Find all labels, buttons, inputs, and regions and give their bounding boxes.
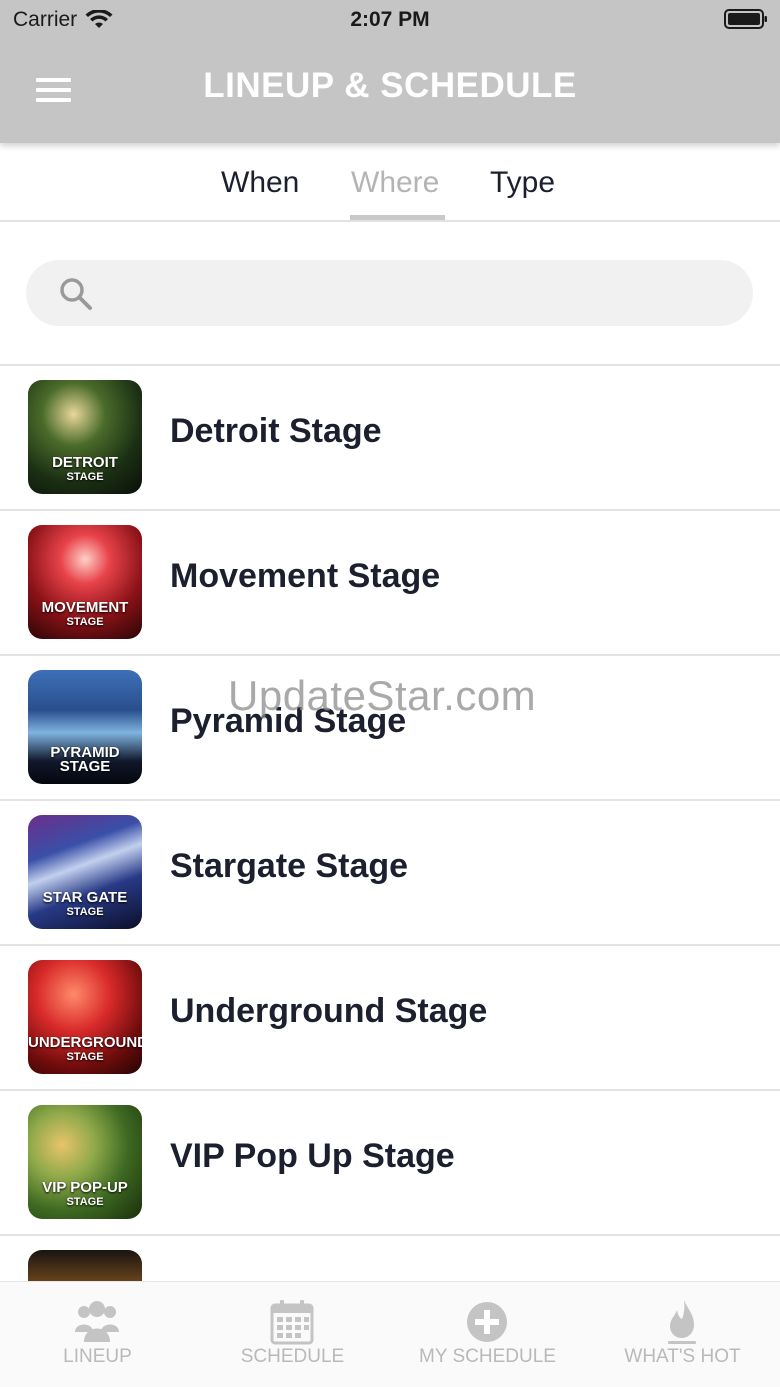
thumbnail-caption-sub: STAGE	[66, 906, 104, 918]
plus-circle-icon	[467, 1302, 507, 1342]
list-item-pyramid-stage[interactable]: PYRAMID STAGE Pyramid Stage	[0, 656, 780, 801]
list-item-detroit-stage[interactable]: DETROIT STAGE Detroit Stage	[0, 366, 780, 511]
nav-lineup[interactable]: LINEUP	[0, 1282, 195, 1387]
thumbnail-caption-title: VIP POP-UP	[42, 1179, 128, 1196]
thumbnail-caption: PYRAMID STAGE	[28, 744, 142, 775]
search-bar[interactable]	[26, 260, 753, 326]
thumbnail-caption-title: UNDERGROUND	[28, 1034, 142, 1051]
stage-thumbnail: VIP POP-UP STAGE	[28, 1105, 142, 1219]
search-input[interactable]	[110, 270, 730, 316]
nav-whats-hot[interactable]: WHAT'S HOT	[585, 1282, 780, 1387]
tab-type[interactable]: Type	[490, 166, 555, 200]
stage-thumbnail: MOVEMENT STAGE	[28, 525, 142, 639]
thumbnail-caption-title: PYRAMID STAGE	[50, 744, 120, 775]
thumbnail-caption: MOVEMENT STAGE	[28, 599, 142, 629]
app-header: LINEUP & SCHEDULE	[0, 40, 780, 143]
nav-label: LINEUP	[63, 1346, 132, 1367]
stage-thumbnail: DETROIT STAGE	[28, 380, 142, 494]
thumbnail-caption: VIP POP-UP STAGE	[28, 1179, 142, 1209]
thumbnail-caption-sub: STAGE	[66, 616, 104, 628]
thumbnail-caption: DETROIT STAGE	[28, 454, 142, 484]
active-tab-indicator	[350, 215, 445, 220]
stage-name: Pyramid Stage	[170, 702, 407, 740]
thumbnail-caption-sub: STAGE	[66, 471, 104, 483]
thumbnail-caption-sub: STAGE	[66, 1196, 104, 1208]
thumbnail-caption-title: DETROIT	[52, 454, 118, 471]
status-bar: Carrier 2:07 PM	[0, 0, 780, 40]
thumbnail-caption: STAR GATE STAGE	[28, 889, 142, 919]
thumbnail-caption-title: STAR GATE	[42, 889, 128, 906]
page-title: LINEUP & SCHEDULE	[203, 66, 577, 105]
thumbnail-caption: UNDERGROUND STAGE	[28, 1034, 142, 1064]
stage-list: DETROIT STAGE Detroit Stage MOVEMENT STA…	[0, 366, 780, 1381]
list-item-vip-pop-up-stage[interactable]: VIP POP-UP STAGE VIP Pop Up Stage	[0, 1091, 780, 1236]
list-item-stargate-stage[interactable]: STAR GATE STAGE Stargate Stage	[0, 801, 780, 946]
nav-label: MY SCHEDULE	[419, 1346, 556, 1367]
stage-name: Movement Stage	[170, 557, 441, 595]
tab-where[interactable]: Where	[351, 166, 439, 200]
list-item-underground-stage[interactable]: UNDERGROUND STAGE Underground Stage	[0, 946, 780, 1091]
flame-icon	[668, 1300, 696, 1344]
bottom-tab-bar: LINEUP SCHEDULE MY SCHEDULE WHAT'S HOT	[0, 1281, 780, 1387]
calendar-icon	[270, 1300, 314, 1345]
nav-my-schedule[interactable]: MY SCHEDULE	[390, 1282, 585, 1387]
top-bar: Carrier 2:07 PM LINEUP & SCHEDULE	[0, 0, 780, 143]
nav-label: WHAT'S HOT	[624, 1346, 741, 1367]
stage-name: Stargate Stage	[170, 847, 409, 885]
filter-tabs: When Where Type	[0, 143, 780, 222]
thumbnail-caption-sub: STAGE	[66, 1051, 104, 1063]
search-icon	[60, 278, 92, 310]
status-time: 2:07 PM	[350, 8, 430, 31]
stage-name: Underground Stage	[170, 992, 488, 1030]
search-section	[0, 222, 780, 366]
stage-name: VIP Pop Up Stage	[170, 1137, 455, 1175]
stage-thumbnail: UNDERGROUND STAGE	[28, 960, 142, 1074]
list-item-movement-stage[interactable]: MOVEMENT STAGE Movement Stage	[0, 511, 780, 656]
stage-name: Detroit Stage	[170, 412, 382, 450]
stage-thumbnail: STAR GATE STAGE	[28, 815, 142, 929]
people-icon	[75, 1301, 119, 1342]
stage-thumbnail: PYRAMID STAGE	[28, 670, 142, 784]
nav-schedule[interactable]: SCHEDULE	[195, 1282, 390, 1387]
thumbnail-caption-title: MOVEMENT	[41, 599, 129, 616]
tab-when[interactable]: When	[221, 166, 299, 200]
nav-label: SCHEDULE	[240, 1346, 345, 1367]
battery-icon	[724, 9, 767, 29]
